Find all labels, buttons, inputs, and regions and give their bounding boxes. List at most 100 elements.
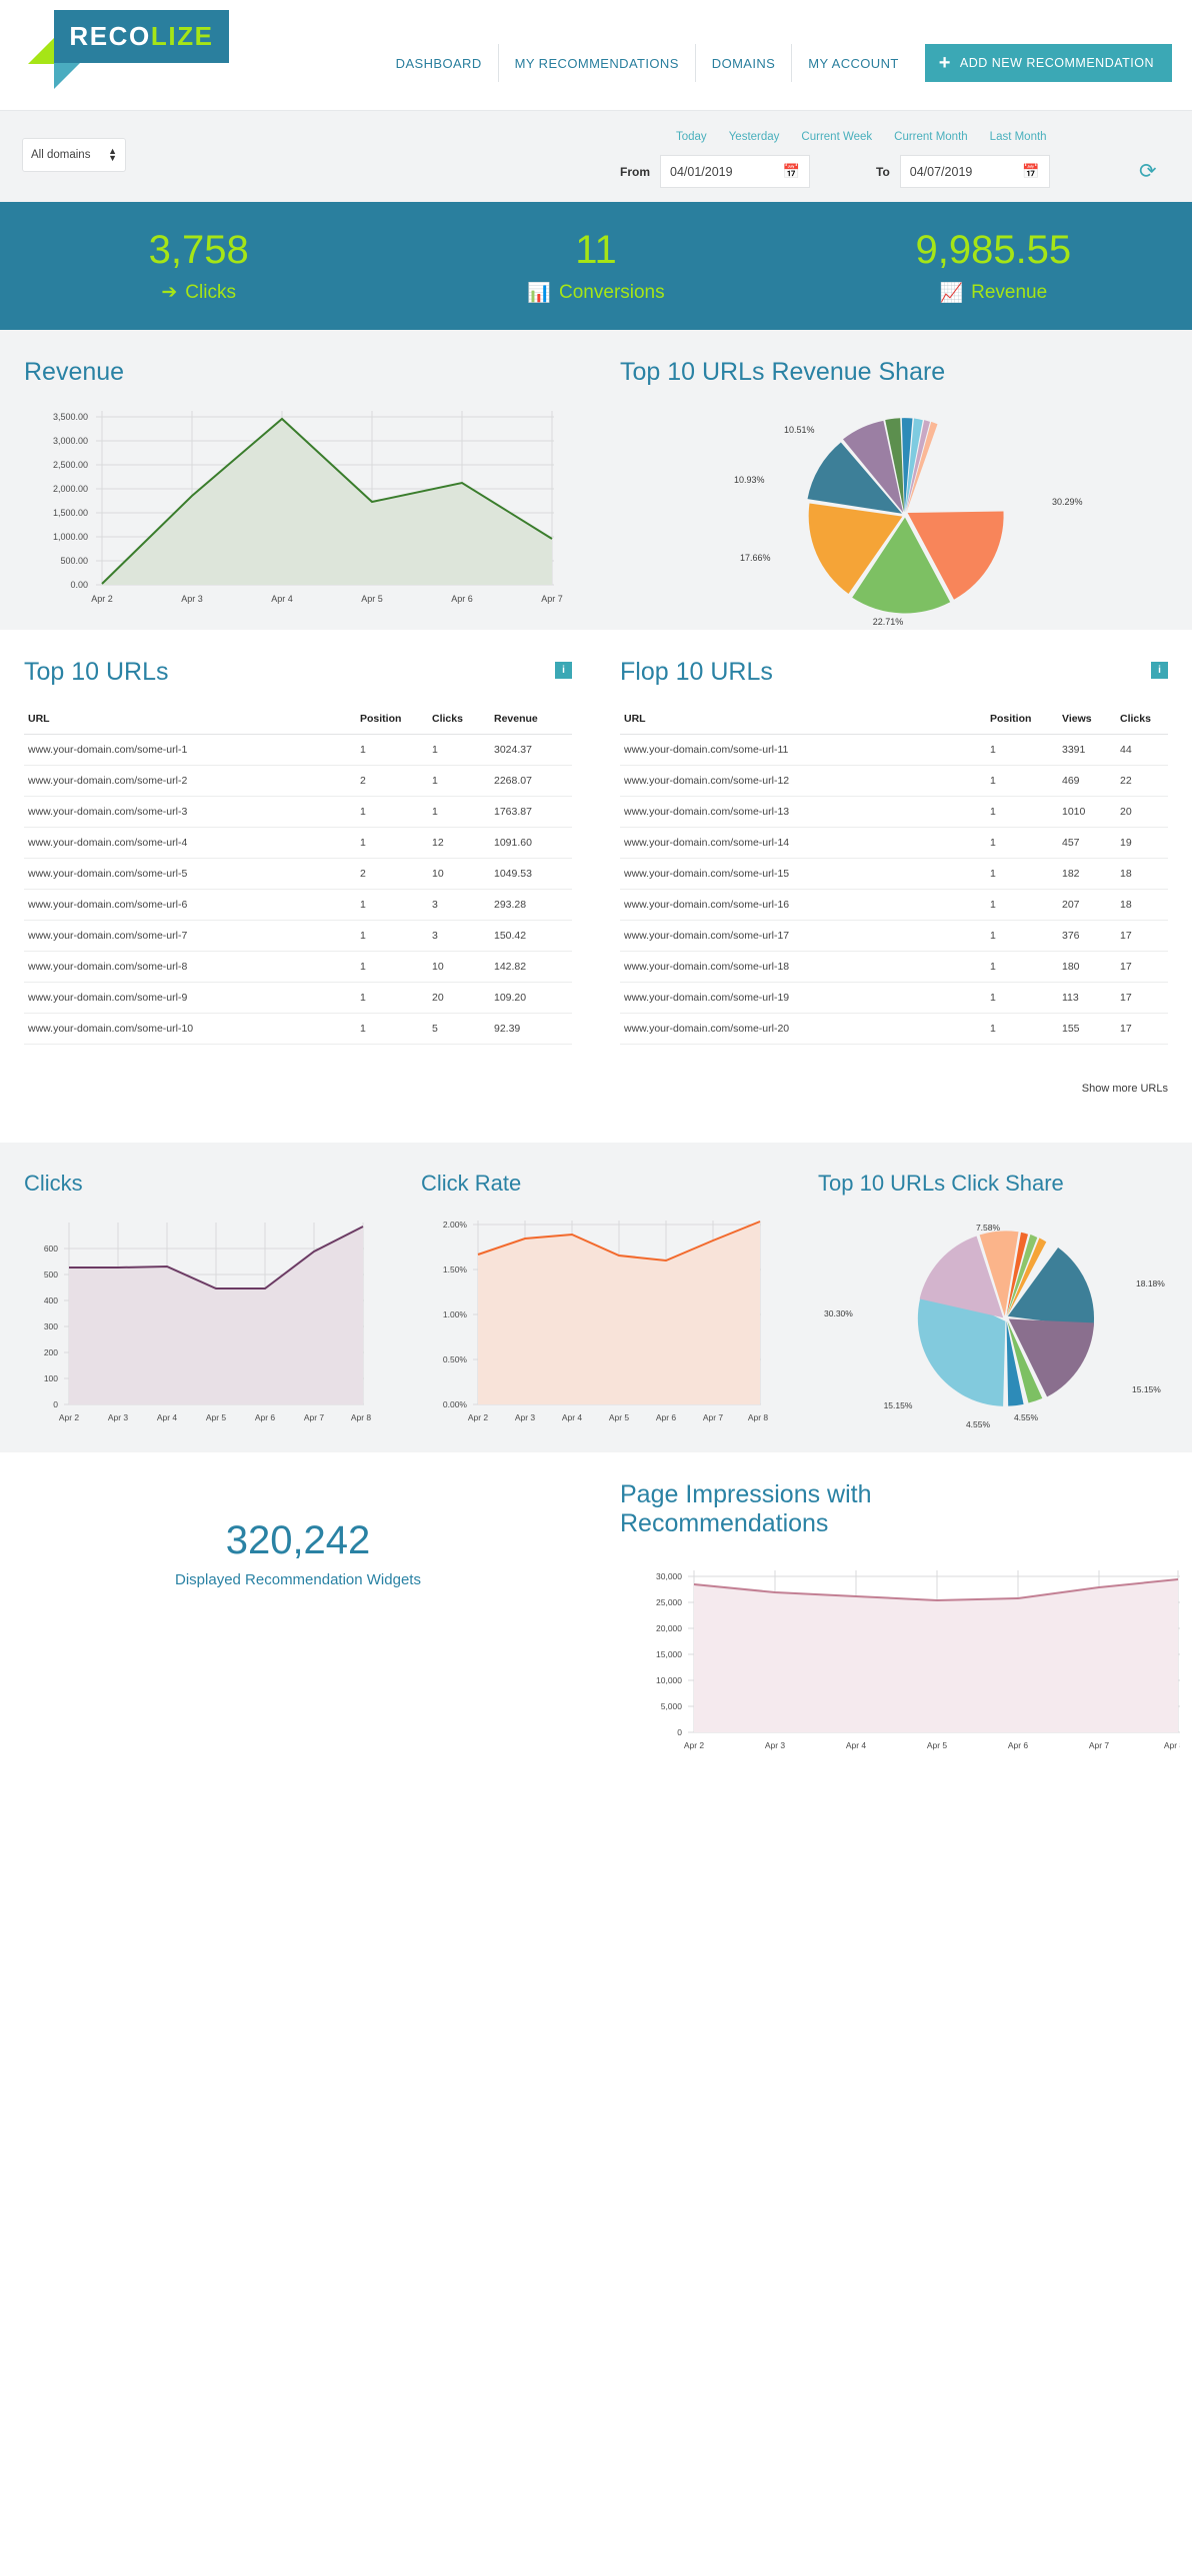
svg-text:0: 0 bbox=[677, 1727, 682, 1737]
svg-text:1.00%: 1.00% bbox=[443, 1309, 468, 1319]
plus-icon: + bbox=[938, 52, 951, 74]
cell-url: www.your-domain.com/some-url-18 bbox=[620, 951, 986, 983]
refresh-icon[interactable]: ⟳ bbox=[1139, 161, 1157, 182]
svg-text:2.00%: 2.00% bbox=[443, 1220, 468, 1230]
filter-bar: All domains ▲ ▼ Today Yesterday Current W… bbox=[0, 110, 1192, 202]
info-icon[interactable]: i bbox=[555, 662, 572, 679]
revenue-area-chart: 0.00 500.00 1,000.00 1,500.00 2,000.00 2… bbox=[24, 397, 572, 620]
info-icon[interactable]: i bbox=[1151, 662, 1168, 679]
svg-text:Apr 2: Apr 2 bbox=[684, 1740, 705, 1750]
cell-value: 1 bbox=[356, 920, 428, 952]
svg-text:Apr 4: Apr 4 bbox=[562, 1412, 583, 1422]
click-rate-title: Click Rate bbox=[421, 1171, 522, 1196]
flop-urls-header: Flop 10 URLs i bbox=[620, 658, 1168, 687]
cell-value: 376 bbox=[1058, 920, 1116, 952]
svg-text:30,000: 30,000 bbox=[656, 1571, 682, 1581]
cell-value: 17 bbox=[1116, 920, 1168, 952]
svg-text:15,000: 15,000 bbox=[656, 1649, 682, 1659]
quick-range-today[interactable]: Today bbox=[676, 131, 707, 143]
cell-value: 1 bbox=[986, 796, 1058, 828]
logo-text-dark: RECO bbox=[69, 21, 151, 51]
svg-text:17.66%: 17.66% bbox=[740, 553, 771, 563]
table-row[interactable]: www.your-domain.com/some-url-18 1 180 17 bbox=[620, 951, 1168, 983]
nav-item-domains[interactable]: DOMAINS bbox=[694, 44, 791, 82]
show-more-urls-link[interactable]: Show more URLs bbox=[0, 1069, 1192, 1117]
svg-text:Apr 7: Apr 7 bbox=[703, 1412, 724, 1422]
table-row[interactable]: www.your-domain.com/some-url-2 2 1 2268.07 bbox=[24, 765, 572, 797]
table-row[interactable]: www.your-domain.com/some-url-14 1 457 19 bbox=[620, 827, 1168, 859]
click-share-card: Top 10 URLs Click Share 18.18% 15.15% 4.… bbox=[794, 1143, 1192, 1452]
svg-text:200: 200 bbox=[44, 1347, 58, 1357]
table-row[interactable]: www.your-domain.com/some-url-6 1 3 293.28 bbox=[24, 889, 572, 921]
nav-item-my-account[interactable]: MY ACCOUNT bbox=[791, 44, 914, 82]
cell-url: www.your-domain.com/some-url-13 bbox=[620, 796, 986, 828]
table-row[interactable]: www.your-domain.com/some-url-11 1 3391 44 bbox=[620, 734, 1168, 766]
click-rate-card: Click Rate 0.00% 0.50% 1.00% 1.50% 2.00%… bbox=[397, 1143, 794, 1452]
table-row[interactable]: www.your-domain.com/some-url-10 1 5 92.39 bbox=[24, 1013, 572, 1045]
kpi-revenue-value: 9,985.55 bbox=[915, 227, 1072, 272]
date-range-row: From 04/01/2019 📅 To 04/07/2019 📅 bbox=[620, 155, 1050, 188]
nav-item-my-recommendations[interactable]: MY RECOMMENDATIONS bbox=[497, 44, 695, 82]
svg-text:500.00: 500.00 bbox=[60, 556, 88, 566]
svg-text:Apr 6: Apr 6 bbox=[656, 1412, 677, 1422]
flop-urls-table: URL Position Views Clicks www.your-domai… bbox=[620, 707, 1168, 1045]
table-row[interactable]: www.your-domain.com/some-url-4 1 12 1091.60 bbox=[24, 827, 572, 859]
cell-url: www.your-domain.com/some-url-11 bbox=[620, 734, 986, 766]
logo-text-green: LIZE bbox=[150, 21, 214, 51]
cell-value: 113 bbox=[1058, 982, 1116, 1014]
cell-value: 1763.87 bbox=[490, 796, 572, 828]
domain-select[interactable]: All domains ▲ ▼ bbox=[22, 138, 126, 172]
table-row[interactable]: www.your-domain.com/some-url-15 1 182 18 bbox=[620, 858, 1168, 890]
svg-text:7.58%: 7.58% bbox=[976, 1223, 1001, 1233]
table-row[interactable]: www.your-domain.com/some-url-9 1 20 109.20 bbox=[24, 982, 572, 1014]
main-nav: DASHBOARD MY RECOMMENDATIONS DOMAINS MY … bbox=[380, 44, 1172, 82]
quick-range-last-month[interactable]: Last Month bbox=[990, 131, 1047, 143]
quick-range-yesterday[interactable]: Yesterday bbox=[729, 131, 780, 143]
from-date-input[interactable]: 04/01/2019 📅 bbox=[660, 155, 810, 188]
table-row[interactable]: www.your-domain.com/some-url-19 1 113 17 bbox=[620, 982, 1168, 1014]
calendar-icon[interactable]: 📅 bbox=[1022, 163, 1039, 180]
table-row[interactable]: www.your-domain.com/some-url-12 1 469 22 bbox=[620, 765, 1168, 797]
kpi-clicks-label-row: ➔ Clicks bbox=[2, 281, 395, 304]
svg-text:Apr 5: Apr 5 bbox=[927, 1740, 948, 1750]
table-header-row: URL Position Views Clicks bbox=[620, 707, 1168, 735]
quick-range-current-month[interactable]: Current Month bbox=[894, 131, 968, 143]
quick-range-current-week[interactable]: Current Week bbox=[801, 131, 872, 143]
cell-value: 18 bbox=[1116, 858, 1168, 890]
svg-text:600: 600 bbox=[44, 1244, 58, 1254]
table-row[interactable]: www.your-domain.com/some-url-8 1 10 142.82 bbox=[24, 951, 572, 983]
cell-url: www.your-domain.com/some-url-16 bbox=[620, 889, 986, 921]
cell-value: 1 bbox=[356, 982, 428, 1014]
table-row[interactable]: www.your-domain.com/some-url-17 1 376 17 bbox=[620, 920, 1168, 952]
widgets-kpi-label: Displayed Recommendation Widgets bbox=[175, 1571, 421, 1588]
svg-text:0.00%: 0.00% bbox=[443, 1399, 468, 1409]
cell-value: 3 bbox=[428, 920, 490, 952]
add-new-recommendation-button[interactable]: + ADD NEW RECOMMENDATION bbox=[924, 44, 1172, 82]
cell-url: www.your-domain.com/some-url-6 bbox=[24, 889, 356, 921]
table-row[interactable]: www.your-domain.com/some-url-7 1 3 150.42 bbox=[24, 920, 572, 952]
logo-wordmark: RECO LIZE bbox=[54, 10, 229, 63]
table-row[interactable]: www.your-domain.com/some-url-1 1 1 3024.37 bbox=[24, 734, 572, 766]
nav-item-dashboard[interactable]: DASHBOARD bbox=[380, 44, 498, 82]
kpi-clicks: 3,758 ➔ Clicks bbox=[2, 228, 395, 304]
cell-value: 1 bbox=[356, 951, 428, 983]
cell-value: 1 bbox=[356, 734, 428, 766]
to-date-input[interactable]: 04/07/2019 📅 bbox=[899, 155, 1050, 188]
table-row[interactable]: www.your-domain.com/some-url-3 1 1 1763.87 bbox=[24, 796, 572, 828]
table-row[interactable]: www.your-domain.com/some-url-20 1 155 17 bbox=[620, 1013, 1168, 1045]
cell-value: 10 bbox=[428, 858, 490, 890]
logo[interactable]: RECO LIZE bbox=[25, 8, 229, 98]
to-label: To bbox=[876, 164, 890, 179]
cell-value: 469 bbox=[1058, 765, 1116, 797]
table-row[interactable]: www.your-domain.com/some-url-16 1 207 18 bbox=[620, 889, 1168, 921]
table-row[interactable]: www.your-domain.com/some-url-13 1 1010 20 bbox=[620, 796, 1168, 828]
calendar-icon[interactable]: 📅 bbox=[783, 163, 800, 180]
cell-value: 5 bbox=[428, 1013, 490, 1045]
cell-url: www.your-domain.com/some-url-5 bbox=[24, 858, 356, 890]
revenue-share-card: Top 10 URLs Revenue Share 30.29% 22.71% … bbox=[596, 330, 1192, 630]
cell-value: 1 bbox=[356, 827, 428, 859]
svg-text:15.15%: 15.15% bbox=[1132, 1384, 1161, 1394]
cell-value: 142.82 bbox=[490, 951, 572, 983]
click-share-pie-chart: 18.18% 15.15% 4.55% 4.55% 15.15% 30.30% … bbox=[818, 1207, 1168, 1433]
table-row[interactable]: www.your-domain.com/some-url-5 2 10 1049.53 bbox=[24, 858, 572, 890]
